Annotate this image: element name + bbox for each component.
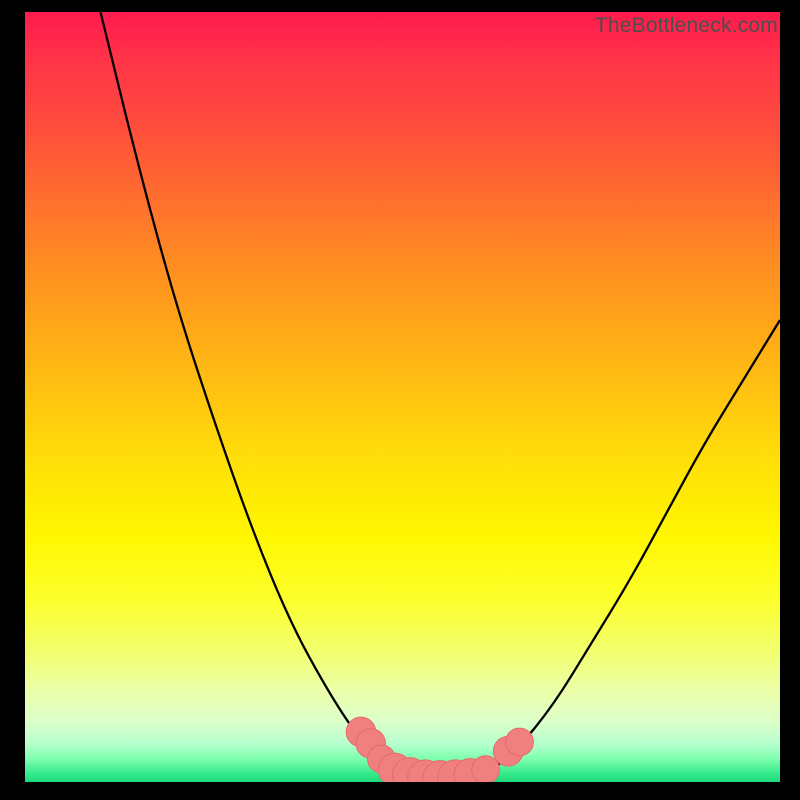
chart-plot-area: [25, 12, 780, 782]
chart-markers: [346, 717, 533, 782]
chart-marker: [472, 756, 500, 782]
chart-svg: [25, 12, 780, 782]
chart-marker: [506, 728, 534, 756]
chart-curve: [101, 12, 781, 780]
chart-frame: TheBottleneck.com: [0, 0, 800, 800]
watermark-text: TheBottleneck.com: [595, 14, 778, 38]
bottleneck-curve: [101, 12, 781, 780]
